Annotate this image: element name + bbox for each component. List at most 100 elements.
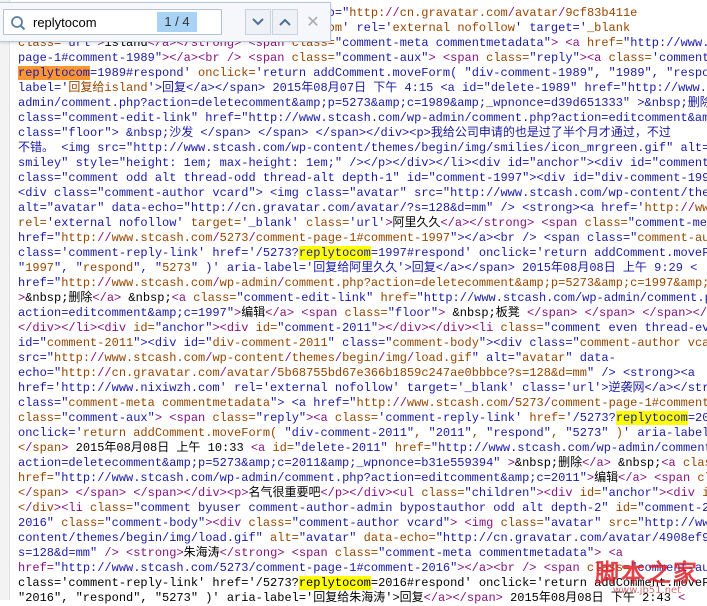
- source-token: //: [97, 366, 112, 380]
- source-token: [191, 66, 198, 80]
- source-token: ><div: [536, 486, 573, 500]
- source-token: class="floor"> &nbsp;沙发 </span> </span> …: [18, 126, 671, 140]
- source-token: </span></d: [642, 306, 707, 320]
- find-input[interactable]: replytocom 1 / 4: [3, 9, 222, 35]
- source-token: span: [32, 441, 62, 455]
- source-line: href="http://www.stcash.com/wp-admin/com…: [18, 276, 707, 291]
- source-token: "5273": [565, 426, 609, 440]
- search-match-highlight: replytocom: [298, 576, 371, 590]
- left-gutter: [0, 0, 10, 600]
- source-token: "comment-meta commentmetadata": [378, 546, 595, 560]
- source-token: class=: [608, 51, 652, 65]
- close-find-button[interactable]: ✕: [304, 13, 322, 31]
- source-line: class="comment-aux"> <span class="reply"…: [18, 411, 707, 426]
- source-token: " /> <strong><a: [586, 366, 695, 380]
- source-token: <img: [464, 516, 494, 530]
- source-token: <span: [654, 471, 691, 485]
- chevron-up-icon: [279, 18, 291, 26]
- source-token: &nbsp;: [610, 456, 662, 470]
- watermark-text: 脚本之家: [595, 559, 699, 587]
- source-token: _blank: [586, 21, 631, 35]
- source-token: [500, 456, 507, 470]
- source-token: ></a><br: [162, 51, 220, 65]
- source-token: [356, 531, 363, 545]
- source-token: </div></li><div: [18, 321, 127, 335]
- source-token: class=: [248, 516, 292, 530]
- source-token: http:: [644, 201, 681, 215]
- source-token: 'url': [349, 216, 386, 230]
- source-token: src=: [608, 516, 638, 530]
- source-line: src="http://www.stcash.com/wp-content/th…: [18, 351, 707, 366]
- source-token: class=: [334, 546, 379, 560]
- find-query: replytocom: [33, 15, 97, 30]
- source-token: external: [392, 21, 451, 35]
- source-token: <a: [565, 36, 580, 50]
- source-token: /: [212, 231, 220, 245]
- source-token: "comment-edit-link": [236, 291, 374, 305]
- source-token: href=: [380, 291, 417, 305]
- source-token: class="comment-edit-link" href="http://w…: [18, 111, 707, 125]
- source-line: </span> 2015年08月08日 上午 10:33 <a id="dele…: [18, 441, 707, 456]
- source-token: [577, 306, 584, 320]
- source-token: [609, 426, 616, 440]
- source-token: id=: [272, 441, 295, 455]
- source-token: </strong>: [219, 546, 285, 560]
- close-icon: ✕: [306, 14, 320, 31]
- source-token: src=": [18, 351, 55, 365]
- source-token: [155, 396, 162, 410]
- source-token: class=: [212, 411, 256, 425]
- source-token: class=: [682, 456, 707, 470]
- source-token: page-1#comment-1989": [18, 51, 163, 65]
- source-token: www.stcash.com: [104, 351, 206, 365]
- source-token: //: [90, 351, 105, 365]
- source-token: [220, 51, 227, 65]
- source-token: /: [212, 276, 220, 290]
- source-line: 不错。 <img src="http://www.stcash.com/wp-c…: [18, 141, 707, 156]
- source-token: class=: [344, 306, 388, 320]
- source-token: ", ": [133, 261, 163, 275]
- source-token: action=deletecomment&amp;p=5273&amp;c=20…: [18, 456, 501, 470]
- source-token: [248, 321, 255, 335]
- source-token: [681, 336, 688, 350]
- source-token: "2016", "respond", "5273" )' aria-label=…: [18, 591, 424, 605]
- source-line: rel='external nofollow' target='_blank' …: [18, 216, 707, 231]
- source-token: id=": [18, 336, 47, 350]
- source-token: "comment-meta commentmetadata": [334, 36, 551, 50]
- source-token: "http://www.st: [623, 36, 707, 50]
- source-token: "comment-body": [104, 516, 206, 530]
- source-token: div: [32, 501, 55, 515]
- source-token: ", ": [54, 261, 83, 275]
- source-token: themes: [291, 351, 335, 365]
- source-token: 'return addComment.moveForm( "div-commen…: [255, 66, 707, 80]
- source-token: <span: [291, 546, 328, 560]
- source-token: ></div></div><li: [378, 321, 494, 335]
- previous-match-button[interactable]: [272, 9, 298, 35]
- source-token: label=': [18, 81, 69, 95]
- source-token: "comment even thread-even: [543, 321, 707, 335]
- source-token: =2011#: [687, 411, 707, 425]
- source-token: 阿里久久: [392, 216, 441, 230]
- source-token: href=: [18, 561, 55, 575]
- search-match-highlight: replytocom: [18, 66, 91, 80]
- source-line: smiley" style="height: 1em; max-height: …: [18, 156, 707, 171]
- source-token: </span></div><p>: [133, 486, 249, 500]
- source-token: avatar: [514, 6, 559, 20]
- source-token: class=: [61, 516, 105, 530]
- source-token: http:: [61, 276, 98, 290]
- source-token: ><div: [205, 516, 242, 530]
- source-token: http:: [54, 351, 91, 365]
- source-token: " )' aria-label='回复给阿里久久'>回复</a></span> …: [190, 261, 698, 275]
- source-token: <span: [442, 51, 479, 65]
- source-token: comment-meta: [68, 396, 155, 410]
- source-token: ' target=': [514, 21, 587, 35]
- source-line: </div></li><div id="anchor"><div id="com…: [18, 321, 707, 336]
- search-match-highlight: replytocom: [298, 246, 371, 260]
- source-token: <span: [541, 216, 578, 230]
- source-token: action=editcomment&amp;c=1997": [18, 306, 235, 320]
- source-token: ,: [471, 426, 479, 440]
- source-token: href=": [18, 276, 62, 290]
- source-token: id=: [615, 501, 638, 515]
- source-token: 编辑: [594, 471, 619, 485]
- next-match-button[interactable]: [245, 9, 271, 35]
- source-token: [328, 411, 335, 425]
